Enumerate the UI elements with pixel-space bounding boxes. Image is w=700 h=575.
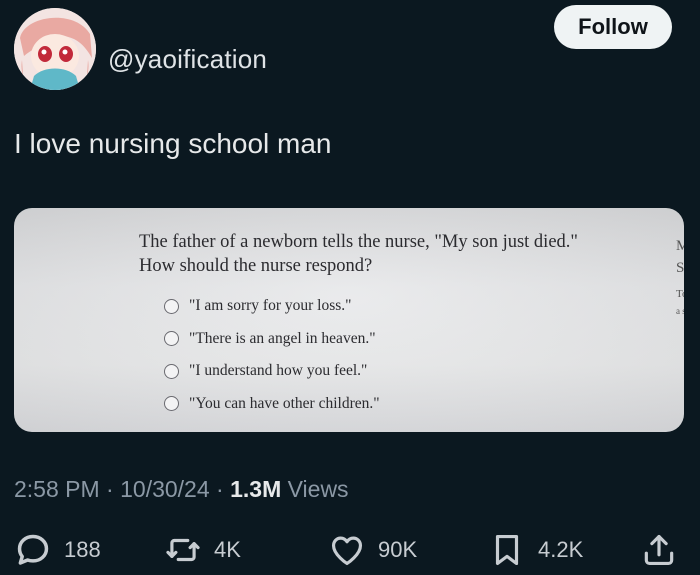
- radio-icon: [164, 363, 179, 379]
- user-handle[interactable]: @yaoification: [108, 44, 267, 75]
- repost-count: 4K: [214, 537, 241, 562]
- quiz-option-label: "There is an angel in heaven.": [189, 329, 376, 347]
- quiz-question-line-2: How should the nurse respond?: [139, 256, 373, 276]
- follow-button[interactable]: Follow: [554, 5, 672, 49]
- share-icon: [644, 534, 674, 566]
- quiz-option: "I am sorry for your loss.": [164, 290, 380, 323]
- tweet-metadata: 2:58 PM · 10/30/24 · 1.3M Views: [14, 476, 349, 503]
- views-label: Views: [287, 476, 349, 502]
- quiz-option-label: "I understand how you feel.": [189, 362, 368, 380]
- tweet-action-bar: 188 4K 90K 4.2K: [0, 528, 700, 572]
- share-button[interactable]: [640, 528, 678, 572]
- reply-icon: [17, 534, 49, 565]
- cropped-side-text: M: [676, 238, 684, 254]
- bookmark-count: 4.2K: [538, 537, 584, 562]
- quiz-options: "I am sorry for your loss." "There is an…: [164, 290, 380, 420]
- cropped-side-text: a s: [676, 306, 684, 316]
- tweet-time[interactable]: 2:58 PM: [14, 476, 100, 502]
- meta-separator: ·: [216, 476, 224, 502]
- like-button[interactable]: 90K: [328, 528, 417, 572]
- avatar-image: [14, 8, 96, 90]
- tweet-media-image[interactable]: The father of a newborn tells the nurse,…: [14, 208, 684, 432]
- quiz-question: The father of a newborn tells the nurse,…: [139, 230, 639, 278]
- tweet-date[interactable]: 10/30/24: [120, 476, 210, 502]
- views-count: 1.3M: [230, 476, 282, 502]
- bookmark-button[interactable]: 4.2K: [488, 528, 583, 572]
- quiz-option: "There is an angel in heaven.": [164, 323, 380, 356]
- radio-icon: [164, 331, 179, 347]
- heart-icon: [331, 536, 363, 566]
- tweet-text: I love nursing school man: [14, 128, 332, 159]
- reply-count: 188: [64, 537, 101, 562]
- repost-icon: [166, 538, 200, 562]
- cropped-side-text: S: [676, 260, 684, 276]
- cropped-side-text: To: [676, 288, 684, 300]
- meta-separator: ·: [106, 476, 114, 502]
- quiz-option: "I understand how you feel.": [164, 355, 380, 388]
- reply-button[interactable]: 188: [14, 528, 101, 572]
- quiz-option-label: "You can have other children.": [189, 394, 380, 412]
- radio-icon: [164, 298, 179, 314]
- quiz-option: "You can have other children.": [164, 388, 380, 421]
- repost-button[interactable]: 4K: [164, 528, 241, 572]
- radio-icon: [164, 396, 179, 412]
- bookmark-icon: [495, 534, 519, 566]
- like-count: 90K: [378, 537, 418, 562]
- quiz-question-line-1: The father of a newborn tells the nurse,…: [139, 232, 578, 252]
- avatar[interactable]: [14, 8, 96, 90]
- quiz-option-label: "I am sorry for your loss.": [189, 297, 352, 315]
